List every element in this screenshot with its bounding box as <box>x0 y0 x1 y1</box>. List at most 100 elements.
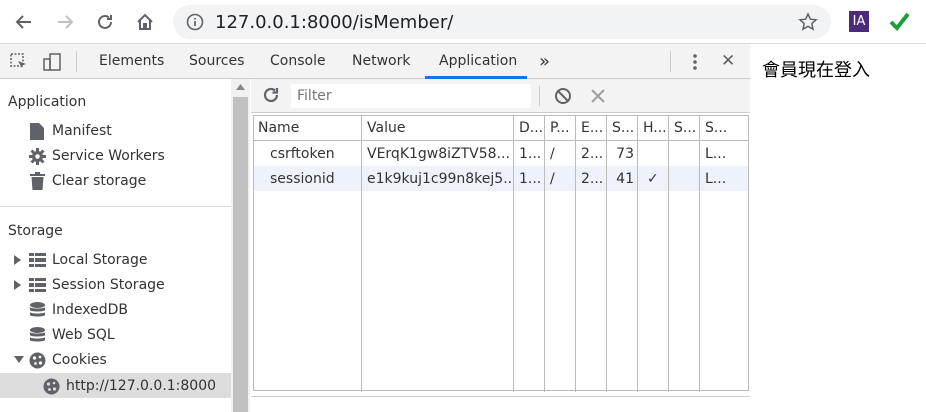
trash-icon <box>28 172 46 190</box>
cookie-icon <box>42 377 60 395</box>
more-tabs-button[interactable]: » <box>539 44 550 79</box>
divider <box>0 206 231 207</box>
column-header-path[interactable]: P... <box>550 116 574 140</box>
page-message: 會員現在登入 <box>762 60 870 81</box>
application-sidebar: Application Manifest Service Workers Cle… <box>0 79 250 412</box>
sidebar-item-cookie-origin[interactable]: http://127.0.0.1:8000 <box>42 374 216 398</box>
info-icon <box>186 13 204 31</box>
sidebar-item-label: Clear storage <box>52 173 147 189</box>
cell-samesite[interactable]: L... <box>705 167 745 192</box>
inspect-element-icon[interactable] <box>9 52 29 72</box>
sidebar-item-indexeddb[interactable]: IndexedDB <box>28 298 128 322</box>
sidebar-item-session-storage[interactable]: Session Storage <box>14 273 165 297</box>
forward-button[interactable] <box>51 8 79 36</box>
sidebar-item-label: Local Storage <box>52 252 148 268</box>
column-header-secure[interactable]: S... <box>674 116 698 140</box>
close-devtools-button[interactable]: ✕ <box>721 44 735 79</box>
triangle-down-icon <box>14 356 24 363</box>
cell-size[interactable]: 41 <box>610 167 634 192</box>
triangle-right-icon <box>14 255 21 265</box>
cell-name[interactable]: csrftoken <box>270 142 360 167</box>
reload-button[interactable] <box>91 8 119 36</box>
tab-elements[interactable]: Elements <box>99 44 164 79</box>
scrollbar-thumb[interactable] <box>233 97 248 412</box>
sidebar-item-local-storage[interactable]: Local Storage <box>14 248 148 272</box>
sidebar-item-service-workers[interactable]: Service Workers <box>28 144 165 168</box>
header-divider <box>254 140 748 141</box>
devtools-panel: Elements Sources Console Network Applica… <box>0 44 750 412</box>
cell-path[interactable]: / <box>550 142 574 167</box>
tab-network[interactable]: Network <box>352 44 410 79</box>
grid-icon <box>28 276 46 294</box>
section-title-application: Application <box>8 94 87 110</box>
column-header-value[interactable]: Value <box>367 116 507 140</box>
home-icon <box>137 13 153 30</box>
sidebar-scrollbar[interactable] <box>231 79 250 412</box>
delete-selected-icon[interactable] <box>591 89 605 103</box>
address-bar[interactable]: 127.0.0.1:8000/isMember/ <box>173 5 831 39</box>
triangle-right-icon <box>14 280 21 290</box>
cell-secure[interactable] <box>678 167 698 192</box>
column-header-domain[interactable]: D... <box>519 116 543 140</box>
sidebar-item-label: http://127.0.0.1:8000 <box>66 378 217 394</box>
column-header-samesite[interactable]: S... <box>705 116 745 140</box>
divider <box>76 51 77 72</box>
sidebar-item-label: IndexedDB <box>52 302 128 318</box>
preview-divider <box>251 396 750 397</box>
sidebar-item-cookies[interactable]: Cookies <box>14 348 107 372</box>
back-arrow-icon <box>15 15 31 29</box>
sidebar-item-label: Service Workers <box>52 148 165 164</box>
cell-httponly[interactable]: ✓ <box>647 167 667 192</box>
column-header-size[interactable]: S... <box>612 116 636 140</box>
refresh-icon[interactable] <box>262 86 280 104</box>
grid-icon <box>28 251 46 269</box>
cell-domain[interactable]: 1... <box>519 142 543 167</box>
column-header-name[interactable]: Name <box>258 116 358 140</box>
sidebar-item-clear-storage[interactable]: Clear storage <box>28 169 146 193</box>
cookies-toolbar <box>251 79 750 113</box>
clear-all-icon[interactable] <box>554 87 572 105</box>
cell-value[interactable]: e1k9kuj1c99n8kej5... <box>367 167 511 192</box>
cell-domain[interactable]: 1... <box>519 167 543 192</box>
forward-arrow-icon <box>58 15 74 29</box>
gear-icon <box>28 147 46 165</box>
sidebar-item-manifest[interactable]: Manifest <box>28 119 112 143</box>
divider <box>539 86 540 106</box>
database-icon <box>28 326 46 344</box>
url-text[interactable]: 127.0.0.1:8000/isMember/ <box>215 12 453 33</box>
cell-expires[interactable]: 2... <box>581 142 605 167</box>
cookies-table: Name Value D... P... E... S... H... S...… <box>253 115 749 392</box>
database-icon <box>28 301 46 319</box>
cell-value[interactable]: VErqK1gw8iZTV58... <box>367 142 511 167</box>
tab-application[interactable]: Application <box>439 44 517 79</box>
column-header-httponly[interactable]: H... <box>643 116 667 140</box>
reload-icon <box>98 14 112 29</box>
cell-secure[interactable] <box>678 142 698 167</box>
cookie-icon <box>28 351 46 369</box>
column-header-expires[interactable]: E... <box>581 116 605 140</box>
sidebar-item-label: Manifest <box>52 123 112 139</box>
sidebar-item-label: Cookies <box>52 352 107 368</box>
cell-samesite[interactable]: L... <box>705 142 745 167</box>
cell-size[interactable]: 73 <box>610 142 634 167</box>
bookmark-star-icon[interactable] <box>798 12 818 32</box>
kebab-menu-icon[interactable] <box>686 52 704 72</box>
section-title-storage: Storage <box>8 223 63 239</box>
browser-toolbar: 127.0.0.1:8000/isMember/ IA <box>0 0 926 44</box>
sidebar-item-label: Session Storage <box>52 277 165 293</box>
cell-path[interactable]: / <box>550 167 574 192</box>
device-toolbar-icon[interactable] <box>42 52 62 72</box>
cell-name[interactable]: sessionid <box>270 167 360 192</box>
cell-httponly[interactable] <box>647 142 667 167</box>
sidebar-item-web-sql[interactable]: Web SQL <box>28 323 115 347</box>
tab-sources[interactable]: Sources <box>189 44 244 79</box>
devtools-tabbar: Elements Sources Console Network Applica… <box>0 44 750 79</box>
tab-console[interactable]: Console <box>270 44 326 79</box>
extension-ia-icon[interactable]: IA <box>849 11 869 32</box>
home-button[interactable] <box>131 8 159 36</box>
scroll-up-arrow-icon <box>236 84 245 90</box>
filter-input[interactable] <box>291 84 531 108</box>
extension-check-icon[interactable] <box>888 10 910 32</box>
cell-expires[interactable]: 2... <box>581 167 605 192</box>
back-button[interactable] <box>10 8 38 36</box>
